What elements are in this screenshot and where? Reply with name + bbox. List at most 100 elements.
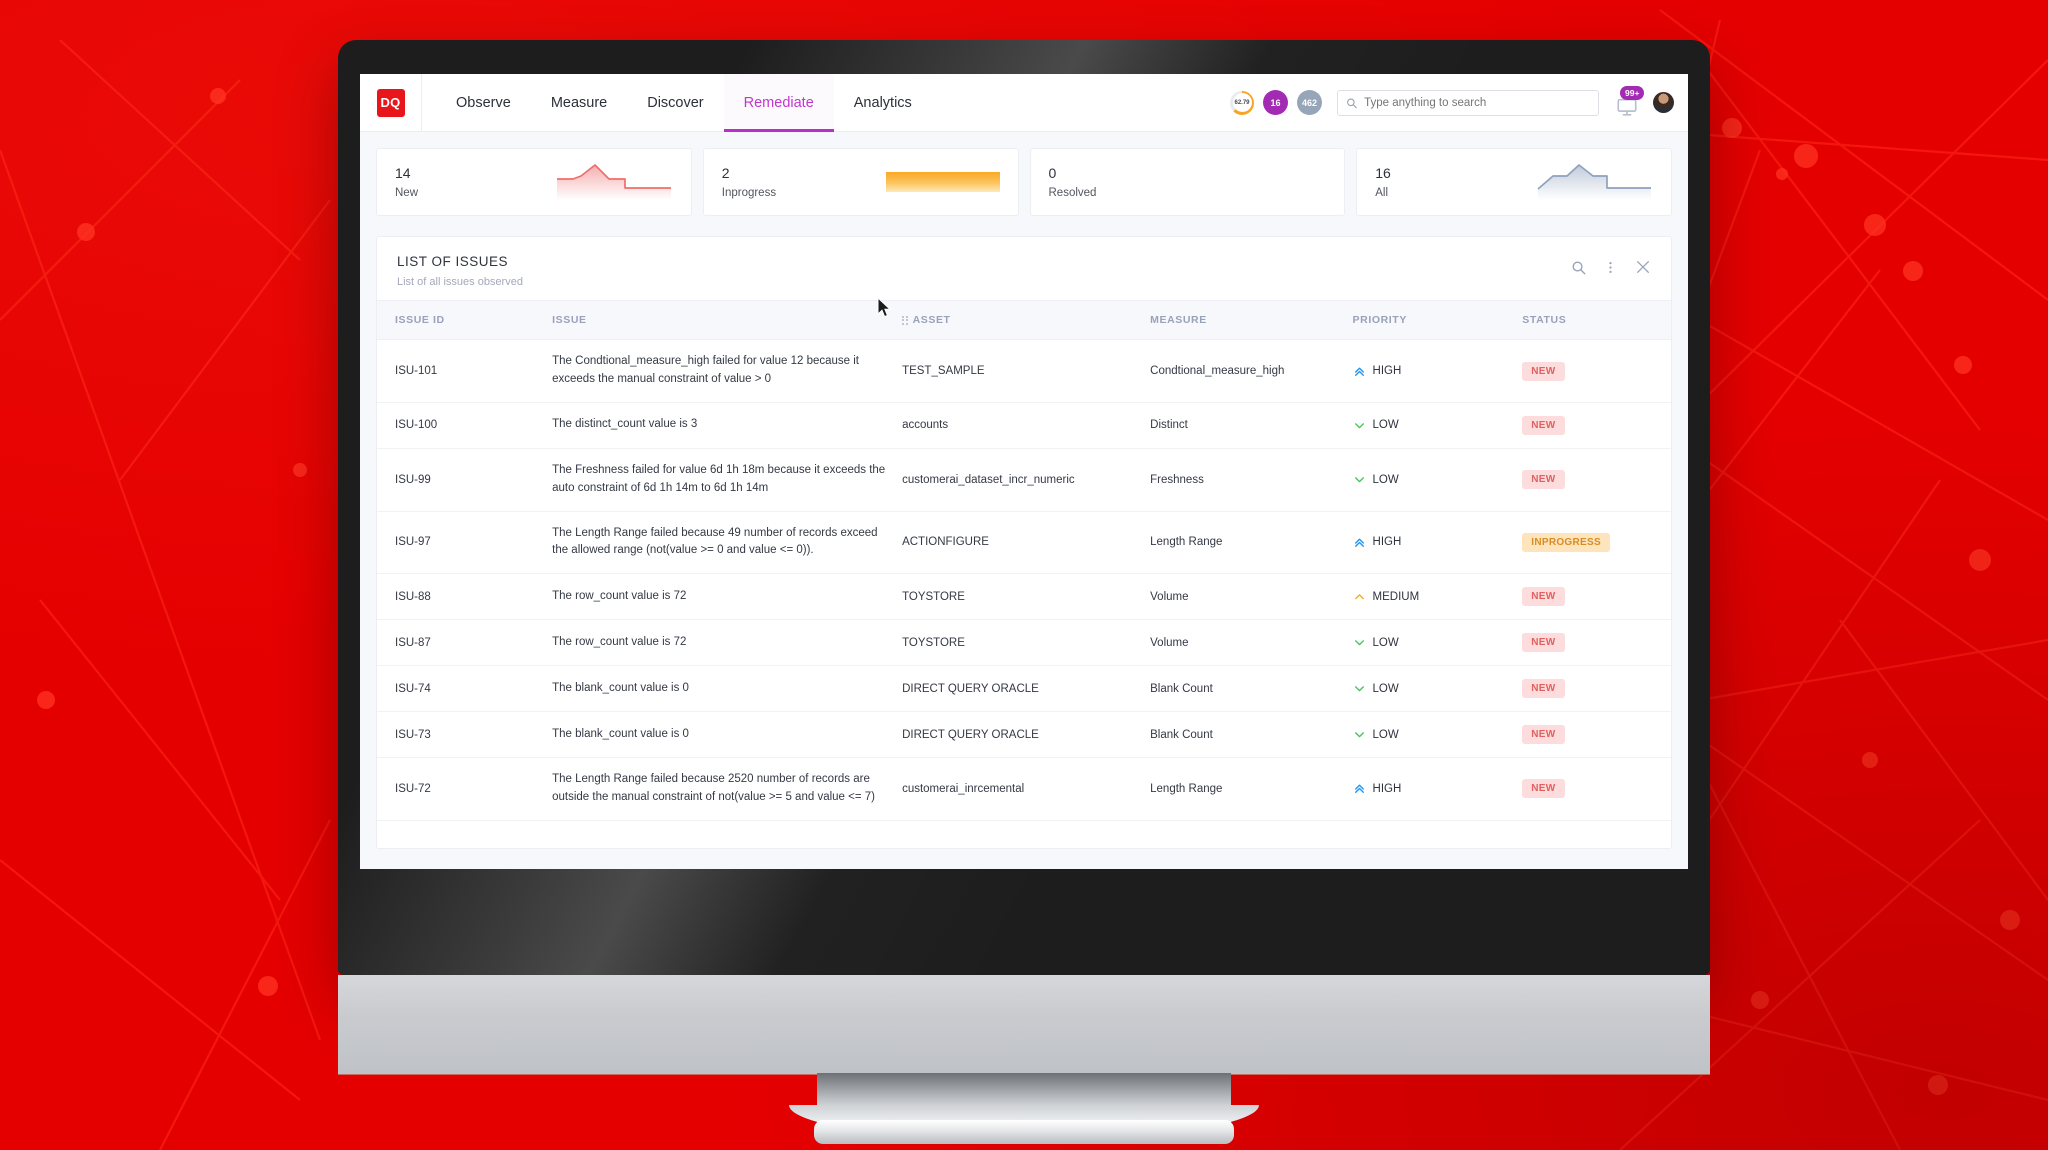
nav-item-discover[interactable]: Discover xyxy=(627,74,723,132)
kpi-label-new: New xyxy=(395,187,419,199)
cell-priority: MEDIUM xyxy=(1344,573,1515,621)
more-options-icon[interactable] xyxy=(1603,260,1618,275)
status-badge: NEW xyxy=(1522,587,1565,607)
quality-score-gauge[interactable]: 62.79 xyxy=(1230,90,1254,115)
alerts-count-badge[interactable]: 16 xyxy=(1263,90,1288,115)
cell-issue-description: The blank_count value is 0 xyxy=(544,711,895,759)
panel-search-icon[interactable] xyxy=(1571,260,1586,275)
cell-issue-id[interactable]: ISU-100 xyxy=(377,402,545,449)
cell-measure: Blank Count xyxy=(1142,711,1345,759)
kpi-value-inprogress: 2 xyxy=(721,165,730,181)
chevron-down-icon xyxy=(1354,686,1364,692)
nav-item-measure[interactable]: Measure xyxy=(531,74,627,132)
cell-priority: LOW xyxy=(1344,619,1515,667)
cell-issue-description: The row_count value is 72 xyxy=(544,619,895,667)
chevron-double-up-icon xyxy=(1354,367,1364,376)
assets-count-badge[interactable]: 462 xyxy=(1297,90,1322,115)
kpi-card-inprogress[interactable]: 2 Inprogress xyxy=(702,148,1019,216)
cell-asset: DIRECT QUERY ORACLE xyxy=(894,711,1143,759)
dq-logo[interactable]: DQ xyxy=(376,88,405,117)
table-row[interactable]: ISU-99 The Freshness failed for value 6d … xyxy=(377,448,1671,512)
table-row[interactable]: ISU-72 The Length Range failed because 25… xyxy=(377,757,1671,821)
cell-priority: LOW xyxy=(1344,402,1515,449)
col-label-asset: ASSET xyxy=(912,314,951,327)
col-label-priority: PRIORITY xyxy=(1352,314,1407,327)
cell-issue-id[interactable]: ISU-88 xyxy=(377,573,545,621)
status-badge: NEW xyxy=(1522,361,1565,381)
cell-issue-id[interactable]: ISU-74 xyxy=(377,665,545,713)
panel-title: LIST OF ISSUES xyxy=(397,254,509,269)
table-row[interactable]: ISU-97 The Length Range failed because 49… xyxy=(377,511,1671,575)
priority-label: HIGH xyxy=(1372,782,1402,795)
scene-backdrop: DQ Observe Measure Discover Remediate An… xyxy=(0,0,2048,1150)
priority-indicator: HIGH xyxy=(1353,782,1507,795)
cell-issue-description: The blank_count value is 0 xyxy=(544,665,895,713)
kpi-label-resolved: Resolved xyxy=(1048,187,1097,199)
cell-asset: TOYSTORE xyxy=(894,573,1143,621)
priority-indicator: LOW xyxy=(1353,682,1507,695)
cell-asset: customerai_inrcemental xyxy=(894,757,1143,821)
global-search[interactable] xyxy=(1337,89,1599,116)
cell-priority: HIGH xyxy=(1344,339,1515,403)
col-label-measure: MEASURE xyxy=(1150,314,1207,327)
cell-issue-id[interactable]: ISU-87 xyxy=(377,619,545,667)
table-row[interactable]: ISU-101 The Condtional_measure_high faile… xyxy=(377,339,1671,403)
status-badge: INPROGRESS xyxy=(1522,532,1610,552)
cell-status: NEW xyxy=(1514,619,1671,667)
table-row[interactable]: ISU-74 The blank_count value is 0 DIRECT Q… xyxy=(377,665,1671,713)
table-header-row: ISSUE ID ISSUE ASSET MEASURE PRIORITY ST… xyxy=(377,299,1671,341)
col-header-issue[interactable]: ISSUE xyxy=(544,299,895,341)
nav-item-remediate[interactable]: Remediate xyxy=(723,74,834,132)
cell-issue-id[interactable]: ISU-99 xyxy=(377,448,545,512)
cell-asset: TEST_SAMPLE xyxy=(894,339,1143,403)
col-header-measure[interactable]: MEASURE xyxy=(1142,299,1345,341)
notification-count-badge: 99+ xyxy=(1620,85,1645,100)
table-row[interactable]: ISU-100 The distinct_count value is 3 acco… xyxy=(377,402,1671,449)
nav-item-observe[interactable]: Observe xyxy=(436,74,531,132)
cell-issue-id[interactable]: ISU-101 xyxy=(377,339,545,403)
priority-label: LOW xyxy=(1372,419,1399,432)
kpi-card-resolved[interactable]: 0 Resolved xyxy=(1029,148,1346,216)
cell-measure: Distinct xyxy=(1142,402,1345,449)
col-header-priority[interactable]: PRIORITY xyxy=(1344,299,1515,341)
col-label-status: STATUS xyxy=(1522,314,1567,327)
kpi-card-all[interactable]: 16 All xyxy=(1356,148,1672,216)
col-header-asset[interactable]: ASSET xyxy=(894,299,1143,341)
drag-handle-icon[interactable] xyxy=(902,315,908,325)
search-input[interactable] xyxy=(1364,96,1590,109)
cell-priority: LOW xyxy=(1344,448,1515,512)
kpi-card-new[interactable]: 14 New xyxy=(376,148,692,216)
monitor-frame: DQ Observe Measure Discover Remediate An… xyxy=(338,40,1710,975)
table-row[interactable]: ISU-88 The row_count value is 72 TOYSTORE V… xyxy=(377,573,1671,621)
col-header-status[interactable]: STATUS xyxy=(1514,299,1671,341)
panel-subtitle: List of all issues observed xyxy=(397,276,523,288)
cell-issue-id[interactable]: ISU-72 xyxy=(377,757,545,821)
user-avatar[interactable] xyxy=(1653,92,1674,113)
nav-item-analytics[interactable]: Analytics xyxy=(834,74,932,132)
main-nav: Observe Measure Discover Remediate Analy… xyxy=(436,74,932,132)
cell-asset: accounts xyxy=(894,402,1143,449)
table-row[interactable]: ISU-73 The blank_count value is 0 DIRECT Q… xyxy=(377,711,1671,759)
cell-priority: HIGH xyxy=(1344,511,1515,575)
cell-status: NEW xyxy=(1514,448,1671,512)
cell-issue-id[interactable]: ISU-97 xyxy=(377,511,545,575)
chevron-down-icon xyxy=(1354,477,1364,483)
cell-issue-id[interactable]: ISU-73 xyxy=(377,711,545,759)
chevron-double-up-icon xyxy=(1354,784,1364,794)
notifications[interactable]: 99+ xyxy=(1614,85,1645,118)
priority-label: LOW xyxy=(1372,728,1399,741)
chevron-up-icon xyxy=(1354,594,1364,600)
close-icon[interactable] xyxy=(1635,259,1651,275)
priority-indicator: LOW xyxy=(1353,473,1507,486)
table-row[interactable]: ISU-87 The row_count value is 72 TOYSTORE V… xyxy=(377,619,1671,667)
cell-issue-description: The Freshness failed for value 6d 1h 18m… xyxy=(544,448,895,512)
cell-issue-description: The Length Range failed because 49 numbe… xyxy=(544,511,895,575)
priority-indicator: HIGH xyxy=(1353,365,1507,378)
col-header-issue-id[interactable]: ISSUE ID xyxy=(377,299,545,341)
sparkline-all xyxy=(1537,164,1651,200)
panel-actions xyxy=(1571,254,1651,275)
cell-priority: HIGH xyxy=(1344,757,1515,821)
cell-priority: LOW xyxy=(1344,711,1515,759)
cell-status: NEW xyxy=(1514,757,1671,821)
logo-container[interactable]: DQ xyxy=(360,74,422,132)
